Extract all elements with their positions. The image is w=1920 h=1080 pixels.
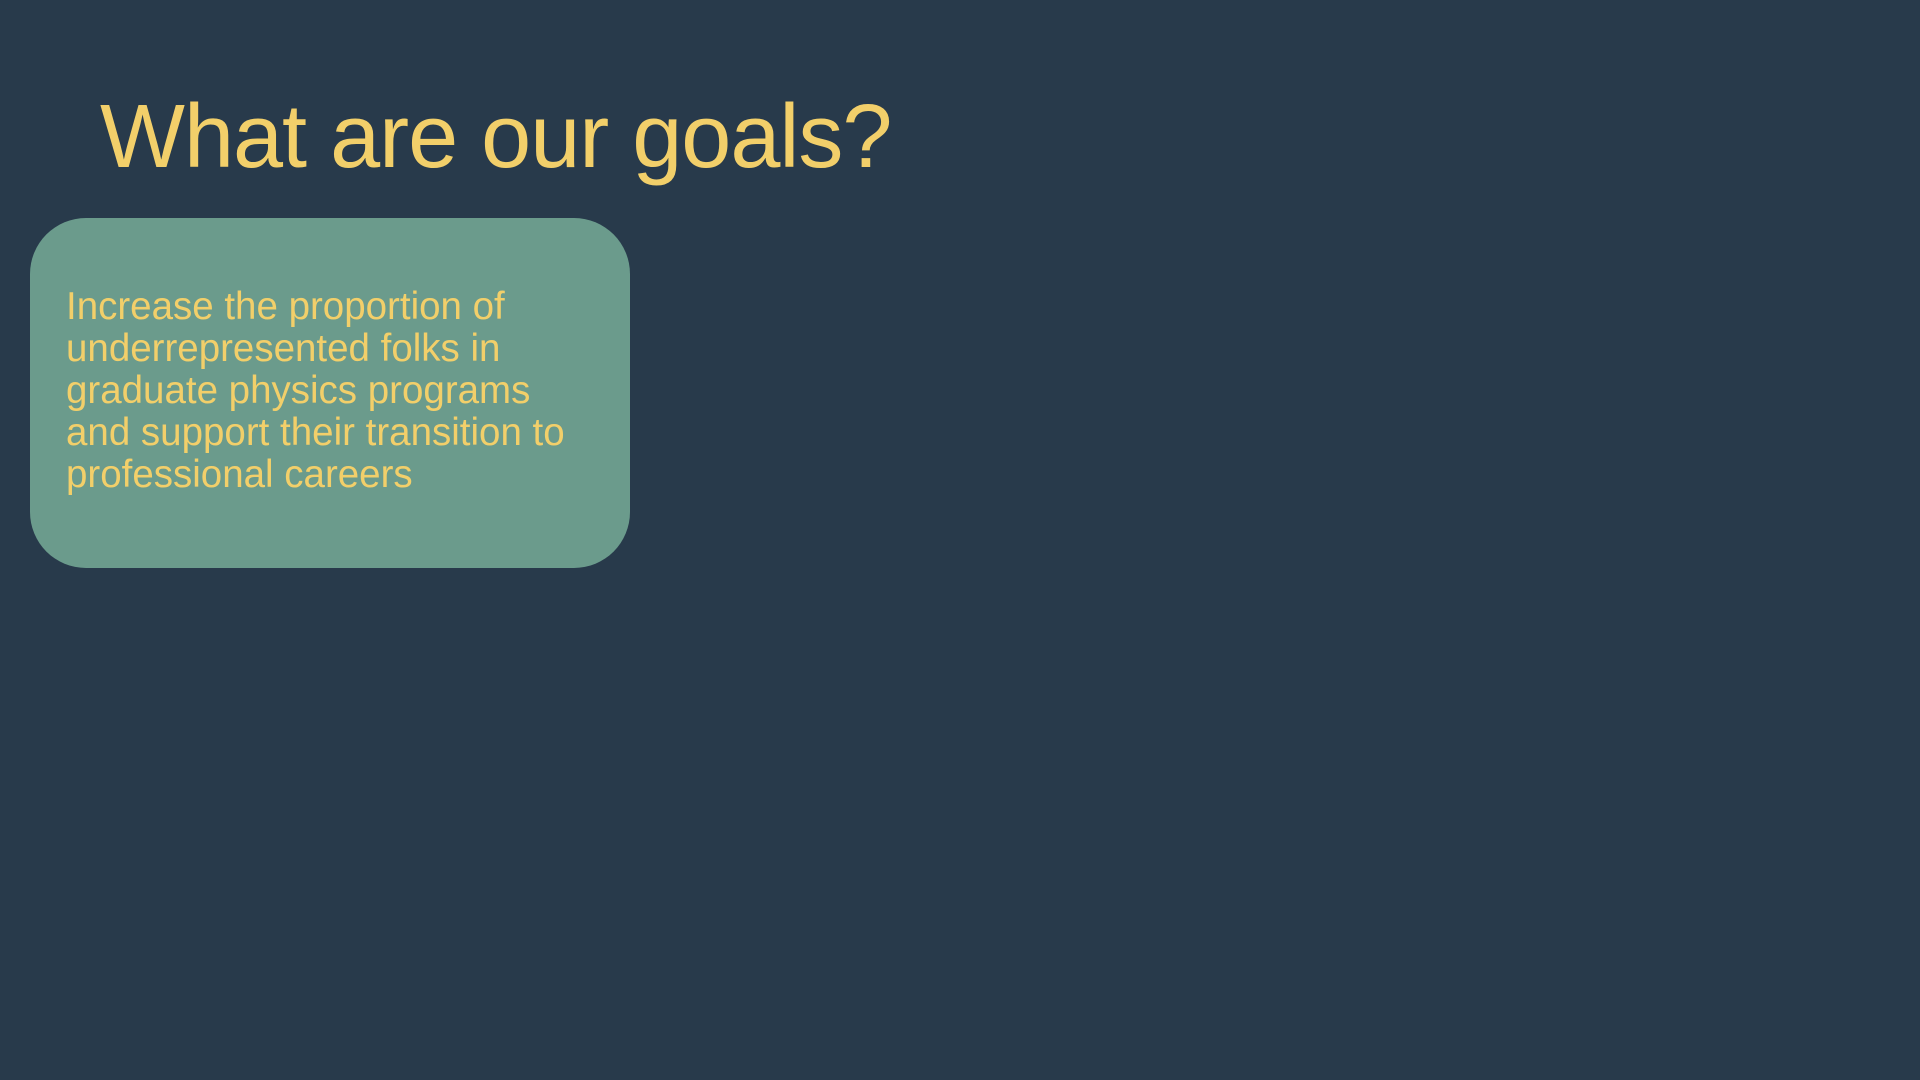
slide: What are our goals? Increase the proport…	[0, 0, 1920, 1080]
goal-text: Increase the proportion of underrepresen…	[66, 285, 565, 496]
slide-title: What are our goals?	[100, 87, 892, 187]
goal-card: Increase the proportion of underrepresen…	[30, 218, 630, 568]
